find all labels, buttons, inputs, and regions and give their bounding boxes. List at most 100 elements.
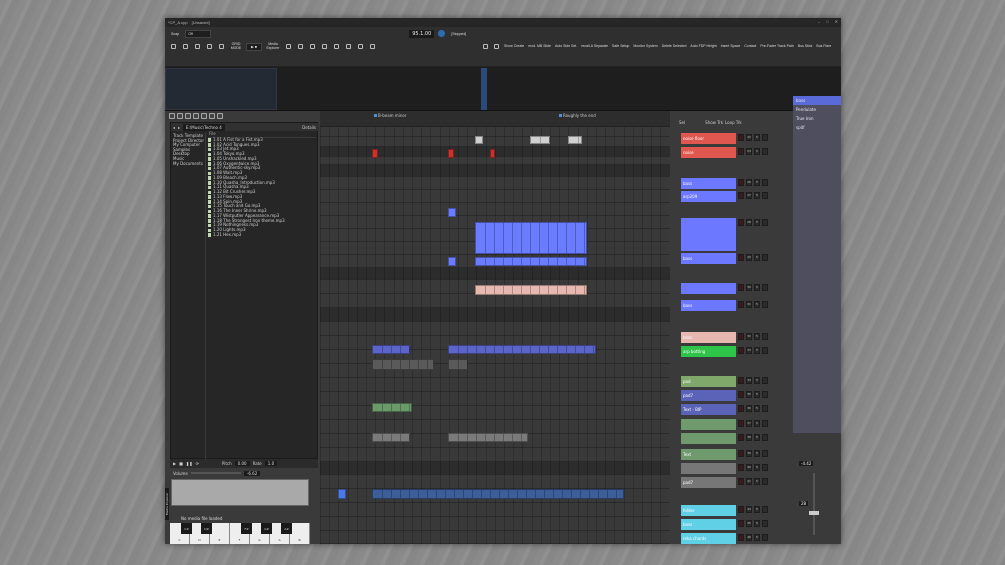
folder-icon[interactable] [201, 113, 207, 119]
track-fx-button[interactable] [762, 179, 768, 186]
track-volume[interactable]: 46 [746, 534, 752, 541]
track-name[interactable]: bass [681, 178, 736, 189]
media-explorer-dock-tab[interactable]: Media Explorer [165, 488, 169, 520]
record-mode-icon[interactable] [438, 30, 446, 37]
preview-pause-icon[interactable]: ❚❚ [186, 461, 193, 466]
refresh-icon[interactable] [193, 113, 199, 119]
piano-key-white[interactable]: F F# [230, 523, 252, 544]
link-icon[interactable] [320, 43, 329, 51]
overview-scroll-handle[interactable] [481, 68, 487, 110]
volume-field[interactable]: -6.62 [243, 470, 261, 476]
loop-icon[interactable] [205, 43, 214, 51]
grid-mode-button[interactable]: GRID MODE [229, 40, 243, 53]
master-gain-field[interactable]: -4.42 [799, 461, 814, 466]
media-item[interactable] [372, 149, 378, 158]
track-list-item[interactable]: Pendulate [793, 105, 841, 114]
track-fx-button[interactable] [762, 534, 768, 541]
track-fx-button[interactable] [762, 333, 768, 340]
mixer-icon[interactable] [284, 43, 293, 51]
track-name[interactable]: pad7 [681, 390, 736, 401]
track-pan[interactable]: 5 [754, 219, 760, 226]
media-item[interactable] [372, 403, 412, 412]
metronome-icon[interactable] [193, 43, 202, 51]
track-fx-button[interactable] [762, 420, 768, 427]
piano-key-white[interactable]: E [210, 523, 230, 544]
media-item[interactable] [448, 345, 596, 354]
track-header[interactable]: bass 32 5 [678, 332, 793, 343]
action-button-2[interactable]: Auto Side Sel. [554, 40, 578, 53]
media-item[interactable] [568, 136, 582, 144]
position-display[interactable]: 95.1.00 [409, 29, 435, 38]
track-header[interactable]: pad7 41 5 [678, 477, 793, 488]
track-pan[interactable]: 5 [754, 179, 760, 186]
record-arm-button[interactable] [738, 284, 744, 291]
track-name[interactable]: bass [681, 253, 736, 264]
track-volume[interactable]: 36 [746, 405, 752, 412]
track-pan[interactable]: 5 [754, 534, 760, 541]
record-arm-button[interactable] [738, 134, 744, 141]
action-button-12[interactable]: Bus Flare [815, 40, 832, 53]
track-pan[interactable]: 5 [754, 347, 760, 354]
marker-2[interactable]: Roughly the end [559, 113, 596, 118]
action-button-10[interactable]: Pre-Fader Track Path [759, 40, 794, 53]
record-arm-button[interactable] [738, 405, 744, 412]
track-volume[interactable]: 37 [746, 420, 752, 427]
track-volume[interactable]: 31 [746, 301, 752, 308]
master-fader-knob[interactable] [809, 511, 819, 515]
track-fx-button[interactable] [762, 134, 768, 141]
track-list-item[interactable]: bass [793, 96, 841, 105]
track-volume[interactable]: 38 [746, 434, 752, 441]
track-header[interactable]: 37 5 [678, 419, 793, 430]
track-pan[interactable]: 5 [754, 301, 760, 308]
redo-icon[interactable] [181, 43, 190, 51]
track-name[interactable] [681, 283, 736, 294]
piano-key-white[interactable]: A A# [270, 523, 292, 544]
piano-key-white[interactable]: D D# [190, 523, 212, 544]
track-fx-button[interactable] [762, 148, 768, 155]
piano-key-black[interactable]: D# [201, 523, 212, 534]
media-item[interactable] [372, 345, 410, 354]
preview-stop-icon[interactable]: ■ [179, 461, 183, 466]
save-icon[interactable] [368, 43, 377, 51]
track-fx-button[interactable] [762, 464, 768, 471]
media-item[interactable] [372, 489, 624, 499]
media-item[interactable] [490, 149, 495, 158]
track-name[interactable]: bass [681, 519, 736, 530]
action-button-7[interactable]: Auto FDP Height [689, 40, 717, 53]
track-list-item[interactable]: sp0f [793, 123, 841, 132]
track-name[interactable]: Text [681, 449, 736, 460]
track-volume[interactable]: 34 [746, 377, 752, 384]
snap-dropdown[interactable]: Off [185, 29, 212, 38]
wrench-icon[interactable] [308, 43, 317, 51]
track-fx-button[interactable] [762, 284, 768, 291]
track-volume[interactable]: 45 [746, 520, 752, 527]
media-item[interactable] [475, 285, 587, 295]
track-pan[interactable]: 5 [754, 254, 760, 261]
track-pan[interactable]: 5 [754, 420, 760, 427]
media-item[interactable] [372, 433, 410, 442]
track-header[interactable]: 40 5 [678, 463, 793, 474]
record-arm-button[interactable] [738, 478, 744, 485]
play-controls[interactable]: ▶ ■ [246, 42, 262, 51]
media-item[interactable] [448, 433, 528, 442]
media-explorer-button[interactable]: Media Explorer [265, 40, 281, 53]
track-volume[interactable]: 40 [746, 464, 752, 471]
pitch-field[interactable]: 0.00 [234, 461, 250, 466]
forward-icon[interactable] [177, 113, 183, 119]
record-arm-button[interactable] [738, 254, 744, 261]
action-button-8[interactable]: Insert Space [720, 40, 742, 53]
track-pan[interactable]: 5 [754, 405, 760, 412]
media-item[interactable] [448, 257, 456, 266]
track-volume[interactable]: 30 [746, 284, 752, 291]
track-fx-button[interactable] [762, 192, 768, 199]
track-name[interactable]: Text - BIP [681, 404, 736, 415]
record-arm-button[interactable] [738, 420, 744, 427]
media-item[interactable] [372, 359, 434, 370]
track-name[interactable] [681, 419, 736, 430]
cursor-icon[interactable] [217, 43, 226, 51]
track-fx-button[interactable] [762, 405, 768, 412]
track-fx-button[interactable] [762, 506, 768, 513]
track-header[interactable]: reka chords 46 5 [678, 533, 793, 544]
media-item[interactable] [475, 136, 483, 144]
track-header[interactable]: 38 5 [678, 433, 793, 444]
